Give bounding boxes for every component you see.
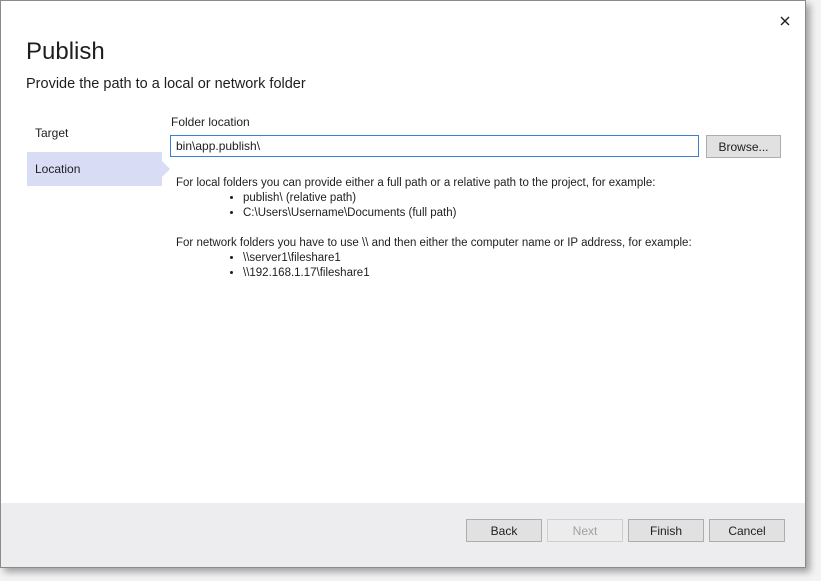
wizard-nav: Target Location xyxy=(27,116,170,188)
local-examples-list: publish\ (relative path) C:\Users\Userna… xyxy=(176,191,692,221)
browse-button[interactable]: Browse... xyxy=(706,135,781,158)
dialog-footer: Back Next Finish Cancel xyxy=(1,503,805,567)
dialog-title: Publish xyxy=(26,38,105,65)
cancel-button[interactable]: Cancel xyxy=(709,519,785,542)
close-button[interactable] xyxy=(775,11,795,31)
dialog-subtitle: Provide the path to a local or network f… xyxy=(26,76,306,92)
list-item: \\192.168.1.17\fileshare1 xyxy=(243,266,692,281)
folder-location-input[interactable] xyxy=(170,135,699,157)
network-examples-list: \\server1\fileshare1 \\192.168.1.17\file… xyxy=(176,251,692,281)
nav-item-label: Target xyxy=(35,126,69,140)
back-button[interactable]: Back xyxy=(466,519,542,542)
local-folders-intro: For local folders you can provide either… xyxy=(176,177,656,189)
next-button[interactable]: Next xyxy=(547,519,623,542)
publish-dialog: Publish Provide the path to a local or n… xyxy=(0,0,806,568)
nav-item-label: Location xyxy=(35,162,81,176)
network-folders-intro: For network folders you have to use \\ a… xyxy=(176,237,692,249)
list-item: publish\ (relative path) xyxy=(243,191,692,206)
list-item: C:\Users\Username\Documents (full path) xyxy=(243,206,692,221)
nav-item-location[interactable]: Location xyxy=(27,152,170,186)
help-text: For local folders you can provide either… xyxy=(176,176,692,296)
list-item: \\server1\fileshare1 xyxy=(243,251,692,266)
nav-item-target[interactable]: Target xyxy=(27,116,162,150)
finish-button[interactable]: Finish xyxy=(628,519,704,542)
folder-location-label: Folder location xyxy=(171,115,250,129)
close-icon xyxy=(780,16,790,26)
